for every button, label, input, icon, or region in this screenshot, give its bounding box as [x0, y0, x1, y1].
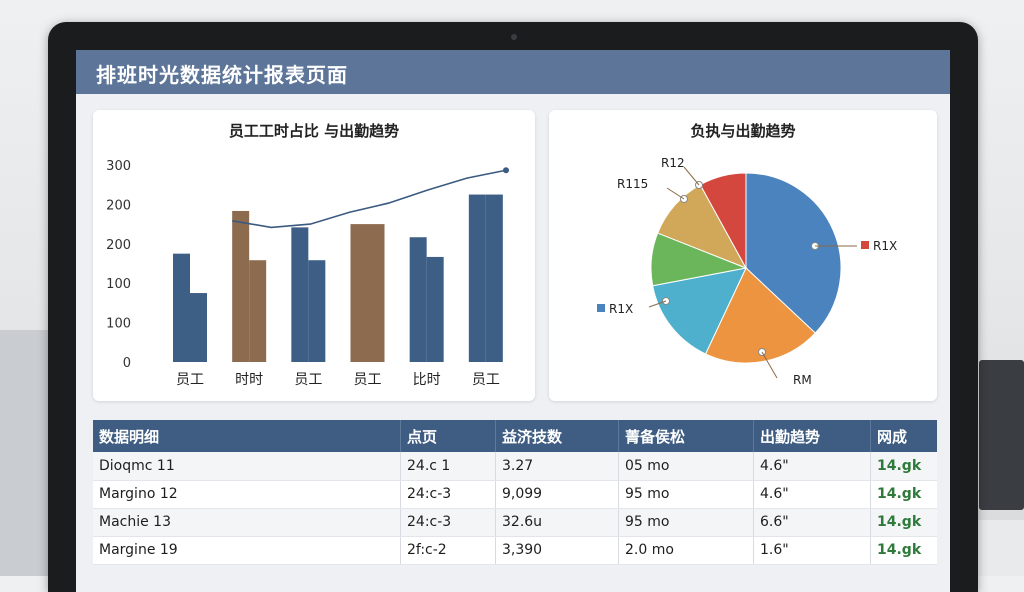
table-cell: 1.6" — [753, 536, 871, 565]
bar — [409, 237, 427, 362]
pie-chart: R12 R115 R1X R1X RM — [597, 156, 897, 387]
column-header[interactable]: 数据明细 — [93, 420, 401, 452]
legend-swatch — [861, 241, 869, 249]
x-tick-label: 员工 — [294, 372, 322, 388]
table-cell: Margine 19 — [93, 536, 401, 565]
monitor-frame: 排班时光数据统计报表页面 员工工时占比 与出勤趋势 300 200 200 100 10… — [48, 22, 978, 592]
table-header-row: 数据明细 点页 益济技数 菁备侯松 出勤趋势 网成 — [93, 420, 937, 452]
table-cell: 14.gk — [870, 508, 937, 537]
y-tick-label: 100 — [106, 317, 131, 332]
column-header[interactable]: 菁备侯松 — [618, 420, 754, 452]
pie-label: R1X — [873, 239, 897, 253]
bar — [468, 194, 486, 362]
pie-chart-card: 负执与出勤趋势 R12 R115 R1X R1X RM — [549, 110, 937, 401]
table-row[interactable]: Dioqmc 11 24.c 1 3.27 05 mo 4.6" 14.gk — [93, 452, 937, 481]
header-bar: 排班时光数据统计报表页面 — [76, 50, 950, 94]
x-tick-label: 时时 — [235, 372, 263, 388]
x-tick-label: 员工 — [176, 372, 204, 388]
bar — [291, 227, 309, 362]
bar — [485, 194, 503, 362]
bar — [426, 256, 444, 362]
pie-label: R115 — [617, 177, 648, 191]
background-desk — [976, 520, 1024, 576]
y-tick-label: 200 — [106, 238, 131, 253]
table-cell: 14.gk — [870, 480, 937, 509]
table-cell: 6.6" — [753, 508, 871, 537]
table-cell: 2f:c-2 — [400, 536, 496, 565]
table-cell: Machie 13 — [93, 508, 401, 537]
webcam-icon — [511, 34, 517, 40]
y-tick-label: 0 — [123, 356, 131, 371]
bar — [308, 260, 326, 362]
column-header[interactable]: 益济技数 — [495, 420, 619, 452]
background-monitor — [979, 360, 1024, 510]
pie-label: R12 — [661, 156, 685, 170]
bar — [367, 224, 385, 362]
bar — [350, 224, 368, 362]
bar — [232, 210, 250, 362]
screen: 排班时光数据统计报表页面 员工工时占比 与出勤趋势 300 200 200 100 10… — [76, 50, 950, 592]
y-tick-label: 300 — [106, 159, 131, 174]
table-cell: 05 mo — [618, 452, 754, 481]
x-tick-label: 比时 — [413, 372, 441, 388]
y-tick-label: 100 — [106, 277, 131, 292]
bar-line-chart: 300 200 200 100 100 0 员工 时时 员工 员工 比时 员工 — [106, 159, 509, 388]
pie-label: R1X — [609, 302, 633, 316]
pie-label: RM — [793, 373, 812, 387]
table-cell: 3,390 — [495, 536, 619, 565]
table-cell: 32.6u — [495, 508, 619, 537]
data-table: 数据明细 点页 益济技数 菁备侯松 出勤趋势 网成 Dioqmc 11 24.c… — [93, 420, 937, 592]
legend-swatch — [597, 304, 605, 312]
table-cell: 4.6" — [753, 480, 871, 509]
table-cell: 4.6" — [753, 452, 871, 481]
trend-line — [232, 169, 507, 229]
column-header[interactable]: 点页 — [400, 420, 496, 452]
column-header[interactable]: 网成 — [871, 420, 938, 452]
x-tick-label: 员工 — [354, 372, 382, 388]
column-header[interactable]: 出勤趋势 — [753, 420, 871, 452]
y-tick-label: 200 — [106, 198, 131, 213]
table-cell: 9,099 — [495, 480, 619, 509]
table-cell: 95 mo — [618, 480, 754, 509]
table-row[interactable]: Margino 12 24:c-3 9,099 95 mo 4.6" 14.gk — [93, 480, 937, 509]
table-cell: 95 mo — [618, 508, 754, 537]
table-row[interactable]: Machie 13 24:c-3 32.6u 95 mo 6.6" 14.gk — [93, 508, 937, 537]
callout-line — [683, 166, 700, 186]
table-cell: 24.c 1 — [400, 452, 496, 481]
table-cell: 3.27 — [495, 452, 619, 481]
background-shelf — [0, 330, 50, 576]
table-cell: Margino 12 — [93, 480, 401, 509]
trend-line-point — [503, 167, 509, 174]
bar — [173, 253, 190, 362]
table-cell: 2.0 mo — [618, 536, 754, 565]
table-row[interactable]: Margine 19 2f:c-2 3,390 2.0 mo 1.6" 14.g… — [93, 536, 937, 565]
table-cell: 14.gk — [870, 452, 937, 481]
bar-line-chart-card: 员工工时占比 与出勤趋势 300 200 200 100 100 0 员工 时时 员工 员工 比时… — [93, 110, 535, 401]
table-cell: Dioqmc 11 — [93, 452, 401, 481]
table-cell: 24:c-3 — [400, 480, 496, 509]
table-cell: 14.gk — [870, 536, 937, 565]
table-cell: 24:c-3 — [400, 508, 496, 537]
callout-line — [666, 187, 685, 200]
page-title: 排班时光数据统计报表页面 — [96, 63, 348, 87]
bar — [249, 260, 267, 362]
x-tick-label: 员工 — [472, 372, 500, 388]
bar — [190, 293, 207, 362]
